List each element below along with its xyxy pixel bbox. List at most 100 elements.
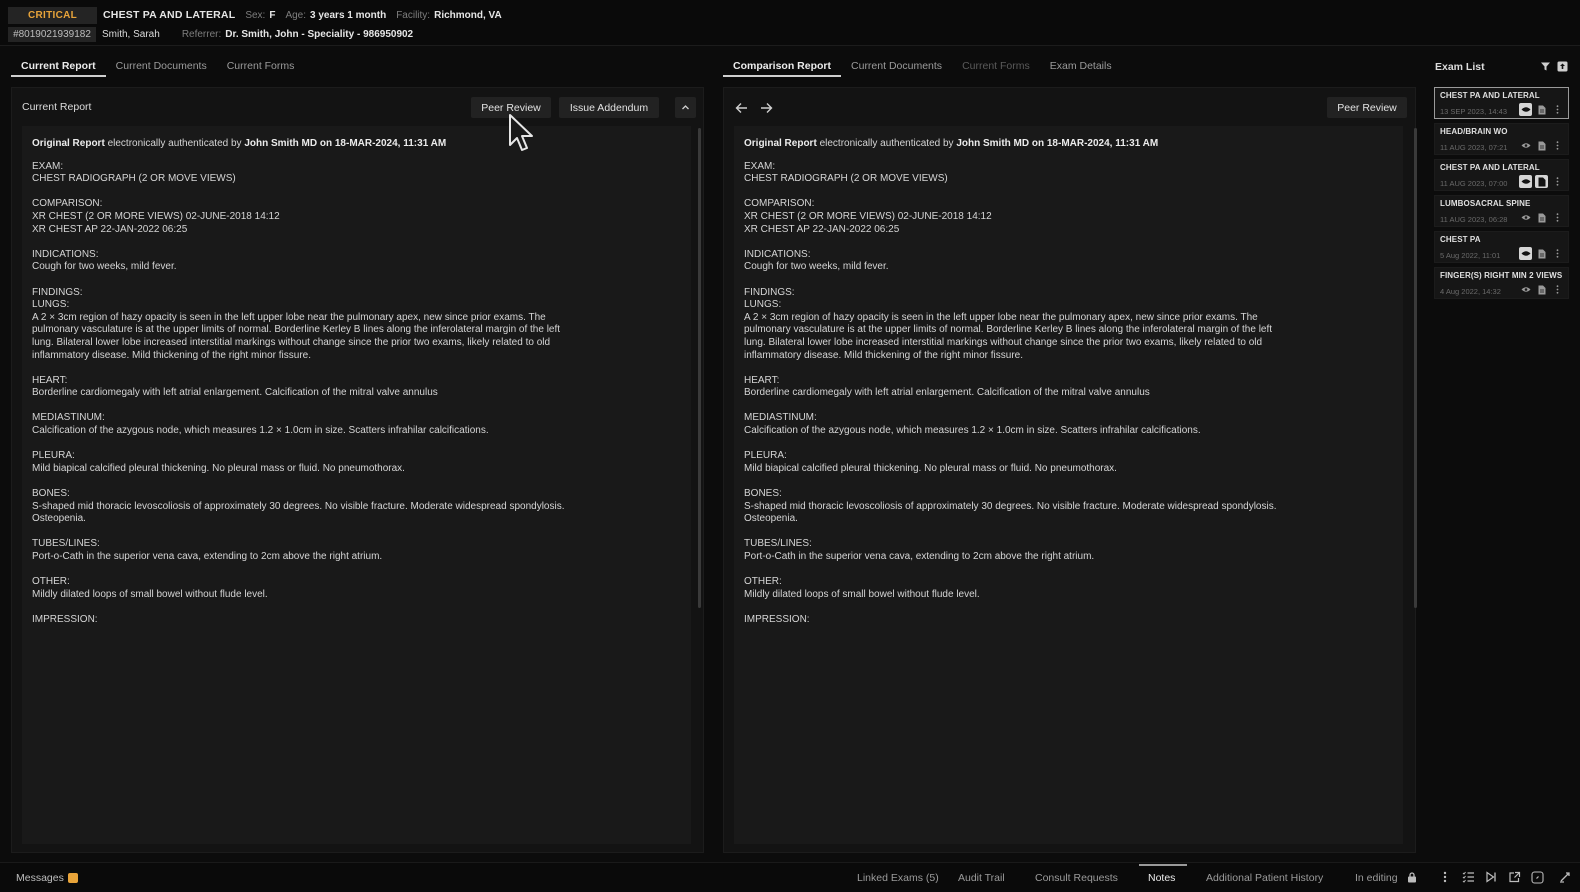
exam-item-date: 11 AUG 2023, 07:00	[1440, 179, 1508, 188]
exam-item-actions	[1519, 247, 1564, 260]
back-button[interactable]	[731, 97, 752, 118]
report-section: IMPRESSION:	[744, 614, 1393, 627]
sex-label: Sex:	[245, 9, 266, 21]
section-line: Port-o-Cath in the superior vena cava, e…	[32, 551, 383, 562]
age-label: Age:	[285, 9, 307, 21]
report-section: OTHER: Mildly dilated loops of small bowe…	[32, 576, 681, 601]
forward-button[interactable]	[756, 97, 777, 118]
exam-list-item[interactable]: LUMBOSACRAL SPINE 11 AUG 2023, 06:28	[1434, 195, 1569, 227]
section-line: S-shaped mid thoracic levoscoliosis of a…	[744, 500, 1277, 512]
comparison-report-authentication: Original Report electronically authentic…	[744, 138, 1393, 151]
auth-by: John Smith MD on 18-MAR-2024, 11:31 AM	[956, 138, 1159, 149]
tab-current-forms[interactable]: Current Forms	[217, 57, 305, 77]
share-icon[interactable]	[1506, 869, 1522, 885]
eye-icon[interactable]	[1519, 103, 1532, 116]
peer-review-button[interactable]: Peer Review	[471, 97, 551, 118]
eye-icon[interactable]	[1519, 283, 1532, 296]
kebab-icon[interactable]	[1551, 247, 1564, 260]
exam-list-item[interactable]: CHEST PA 5 Aug 2022, 11:01	[1434, 231, 1569, 263]
comparison-peer-review-button[interactable]: Peer Review	[1327, 97, 1407, 118]
section-heading: BONES:	[32, 488, 70, 500]
kebab-menu-icon[interactable]	[1437, 869, 1453, 885]
document-icon[interactable]	[1535, 283, 1548, 296]
sex-value: F	[269, 9, 276, 21]
kebab-icon[interactable]	[1551, 283, 1564, 296]
section-line: inflammatory disease. Mild thickening of…	[32, 349, 312, 361]
exam-item-date: 13 SEP 2023, 14:43	[1440, 107, 1508, 116]
kebab-icon[interactable]	[1551, 211, 1564, 224]
kebab-icon[interactable]	[1551, 139, 1564, 152]
tab-current-documents[interactable]: Current Documents	[106, 57, 217, 77]
document-icon[interactable]	[1535, 139, 1548, 152]
exam-list-item[interactable]: CHEST PA AND LATERAL 11 AUG 2023, 07:00	[1434, 159, 1569, 191]
section-line: Borderline cardiomegaly with left atrial…	[32, 387, 438, 399]
section-line: Calcification of the azygous node, which…	[744, 425, 1201, 437]
upload-icon[interactable]	[1555, 59, 1569, 73]
report-section: MEDIASTINUM: Calcification of the azygous…	[744, 412, 1393, 437]
report-section: COMPARISON: XR CHEST (2 OR MORE VIEWS) 02…	[744, 198, 1393, 236]
exam-item-actions	[1519, 283, 1564, 296]
footer-tab-audit-trail[interactable]: Audit Trail	[958, 872, 1005, 884]
section-line: Mild biapical calcified pleural thickeni…	[32, 462, 405, 474]
auth-by: John Smith MD on 18-MAR-2024, 11:31 AM	[244, 138, 447, 149]
right-tabs: Comparison Report Current Documents Curr…	[723, 57, 1122, 77]
tab-exam-details[interactable]: Exam Details	[1040, 57, 1122, 77]
in-editing-status: In editing	[1355, 872, 1398, 884]
section-line: A 2 × 3cm region of hazy opacity is seen…	[744, 311, 1258, 323]
section-line: XR CHEST AP 22-JAN-2022 06:25	[744, 223, 900, 235]
section-heading: MEDIASTINUM:	[32, 412, 105, 424]
report-section: TUBES/LINES: Port-o-Cath in the superior …	[744, 538, 1393, 563]
exam-item-date: 4 Aug 2022, 14:32	[1440, 287, 1501, 296]
report-authentication: Original Report electronically authentic…	[32, 138, 681, 151]
exam-list-item[interactable]: HEAD/BRAIN WO 11 AUG 2023, 07:21	[1434, 123, 1569, 155]
report-sections: EXAM: CHEST RADIOGRAPH (2 OR MOVE VIEWS) C…	[32, 161, 681, 627]
report-section: COMPARISON: XR CHEST (2 OR MORE VIEWS) 02…	[32, 198, 681, 236]
document-icon[interactable]	[1535, 103, 1548, 116]
checklist-icon[interactable]	[1460, 869, 1476, 885]
document-icon[interactable]	[1535, 247, 1548, 260]
current-report-scrollbar[interactable]	[698, 128, 701, 608]
exam-title: CHEST PA AND LATERAL	[103, 9, 236, 21]
left-tabs: Current Report Current Documents Current…	[11, 57, 304, 77]
exam-list-item[interactable]: FINGER(S) RIGHT MIN 2 VIEWS 4 Aug 2022, 1…	[1434, 267, 1569, 299]
footer-tab-consult-requests[interactable]: Consult Requests	[1035, 872, 1118, 884]
current-report-body: Original Report electronically authentic…	[22, 126, 691, 844]
tab-current-report[interactable]: Current Report	[11, 57, 106, 77]
sign-icon[interactable]	[1557, 869, 1573, 885]
section-line: Cough for two weeks, mild fever.	[32, 261, 177, 273]
document-icon[interactable]	[1535, 175, 1548, 188]
link-icon[interactable]	[1529, 869, 1545, 885]
header-row-patient: #8019021939182 Smith, Sarah Referrer: Dr…	[8, 26, 413, 42]
comparison-report-scrollbar[interactable]	[1414, 128, 1417, 608]
exam-list-title: Exam List	[1435, 61, 1485, 73]
tab-comparison-report[interactable]: Comparison Report	[723, 57, 842, 77]
critical-badge: CRITICAL	[8, 6, 97, 24]
footer-tab-additional-patient-history[interactable]: Additional Patient History	[1206, 872, 1323, 884]
eye-icon[interactable]	[1519, 247, 1532, 260]
exam-list-item[interactable]: CHEST PA AND LATERAL 13 SEP 2023, 14:43	[1434, 87, 1569, 119]
skip-next-icon[interactable]	[1483, 869, 1499, 885]
document-icon[interactable]	[1535, 211, 1548, 224]
section-line: XR CHEST (2 OR MORE VIEWS) 02-JUNE-2018 …	[32, 210, 280, 222]
tab-comparison-current-documents[interactable]: Current Documents	[841, 57, 952, 77]
kebab-icon[interactable]	[1551, 103, 1564, 116]
messages-button[interactable]: Messages	[16, 872, 78, 884]
collapse-button[interactable]	[675, 97, 696, 118]
current-report-panel: Current Report Peer Review Issue Addendu…	[11, 87, 704, 853]
eye-icon[interactable]	[1519, 175, 1532, 188]
report-section: PLEURA: Mild biapical calcified pleural t…	[32, 450, 681, 475]
exam-item-name: CHEST PA AND LATERAL	[1440, 91, 1540, 100]
comparison-report-body: Original Report electronically authentic…	[734, 126, 1403, 844]
exam-item-name: CHEST PA AND LATERAL	[1440, 163, 1540, 172]
auth-middle: electronically authenticated by	[816, 138, 957, 149]
footer-tab-notes[interactable]: Notes	[1148, 872, 1175, 884]
exam-item-actions	[1519, 103, 1564, 116]
section-heading: IMPRESSION:	[744, 613, 810, 625]
kebab-icon[interactable]	[1551, 175, 1564, 188]
filter-icon[interactable]	[1538, 59, 1552, 73]
issue-addendum-button[interactable]: Issue Addendum	[559, 97, 659, 118]
footer-tab-linked-exams[interactable]: Linked Exams (5)	[857, 872, 939, 884]
eye-icon[interactable]	[1519, 211, 1532, 224]
footer-active-tab-indicator	[1139, 864, 1187, 866]
eye-icon[interactable]	[1519, 139, 1532, 152]
